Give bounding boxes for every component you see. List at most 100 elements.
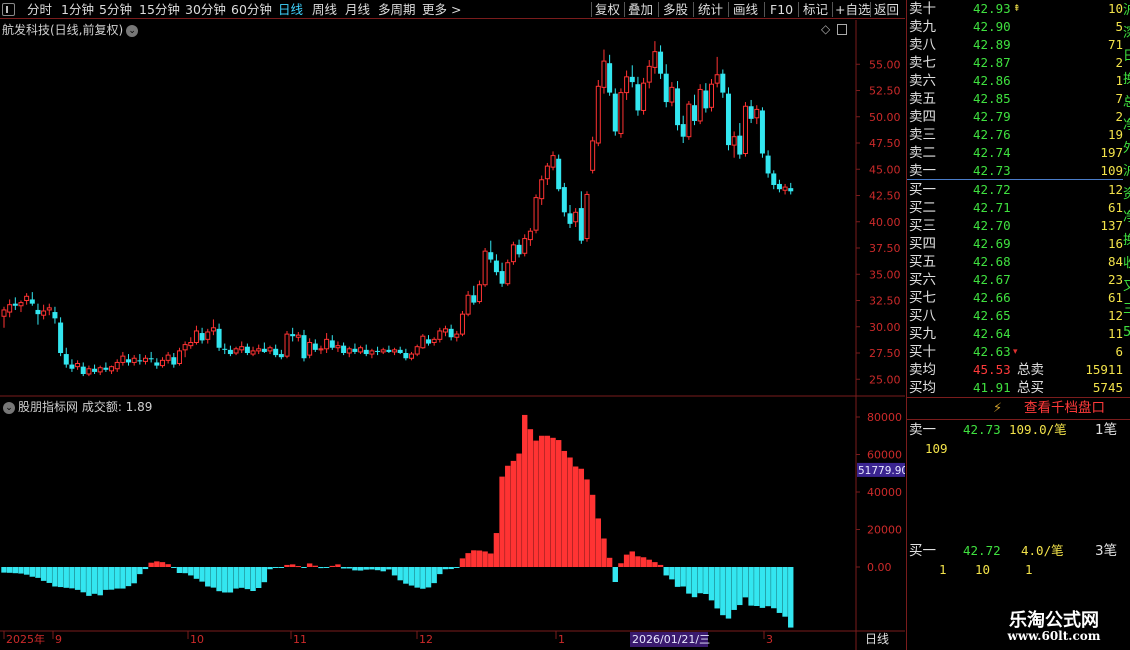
tab-fenshi[interactable]: 分时 [27, 1, 52, 18]
scroll-down-icon[interactable]: ▾ [1013, 343, 1018, 361]
buy-level-row[interactable]: 买十 42.63 6 ▾ [907, 343, 1123, 361]
buy-level-row[interactable]: 买八 42.65 12 [907, 307, 1123, 325]
volume-bar [250, 567, 256, 591]
y-tick-label: 30.00 [869, 321, 901, 334]
volume-bar [776, 567, 783, 613]
tab-monthly[interactable]: 月线 [345, 1, 370, 18]
mark-button[interactable]: 标记 [803, 1, 828, 18]
sell-level-row[interactable]: 卖十 42.93 10 ⇞ [907, 0, 1123, 18]
tab-multi-period[interactable]: 多周期 [378, 1, 416, 18]
candle-body [261, 348, 267, 352]
clipped-char: 收 [1123, 256, 1130, 271]
tab-daily[interactable]: 日线 [278, 1, 303, 18]
buy-level-row[interactable]: 买四 42.69 16 [907, 235, 1123, 253]
y-tick-label: 42.50 [869, 190, 901, 203]
candle-body [765, 155, 771, 174]
level-volume: 12 [1107, 182, 1123, 197]
tab-1min[interactable]: 1分钟 [61, 1, 94, 18]
sell-level-row[interactable]: 卖八 42.89 71 [907, 36, 1123, 54]
sell-level-row[interactable]: 卖五 42.85 7 [907, 90, 1123, 108]
kline-chart[interactable]: 55.00 52.50 50.00 47.50 45.00 42.50 40.00 37.50… [0, 20, 905, 650]
volume-bar [114, 567, 120, 589]
tab-weekly[interactable]: 周线 [312, 1, 337, 18]
volume-bar [788, 567, 794, 628]
chevron-down-icon[interactable]: ⌄ [3, 401, 15, 414]
candle-body [663, 73, 669, 103]
sell-level-row[interactable]: 卖二 42.74 197 [907, 144, 1123, 162]
buy1-order: 10 [975, 562, 991, 577]
candle-body [284, 333, 290, 357]
buy-level-row[interactable]: 买三 42.70 137 [907, 217, 1123, 235]
candle-body [573, 211, 579, 223]
clipped-char: 换 [1123, 72, 1130, 87]
tab-30min[interactable]: 30分钟 [185, 1, 226, 18]
tab-60min[interactable]: 60分钟 [231, 1, 272, 18]
buy-level-row[interactable]: 买五 42.68 84 [907, 253, 1123, 271]
candle-body [714, 74, 720, 84]
candle-body [459, 313, 465, 335]
draw-line-button[interactable]: 画线 [733, 1, 758, 18]
f10-button[interactable]: F10 [770, 1, 793, 18]
panel-controls: ◇ [821, 22, 848, 36]
volume-bar [363, 567, 369, 570]
candle-body [414, 346, 420, 355]
diamond-icon[interactable]: ◇ [821, 22, 830, 36]
sell-level-row[interactable]: 卖三 42.76 19 [907, 126, 1123, 144]
buy-level-row[interactable]: 买一 42.72 12 [907, 181, 1123, 199]
candle-body [46, 307, 52, 311]
level-price: 42.76 [973, 127, 1011, 142]
order-book-panel: 卖十 42.93 10 ⇞ 卖九 42.90 5 卖八 42.89 71 卖七 42.87 2 卖六 42.… [906, 0, 1130, 650]
buy1-detail-row: 买一 42.72 4.0/笔 3笔 [907, 542, 1123, 560]
sell-level-row[interactable]: 卖六 42.86 1 [907, 72, 1123, 90]
candle-body [239, 346, 245, 351]
back-button[interactable]: 返回 [874, 1, 899, 18]
tab-5min[interactable]: 5分钟 [99, 1, 132, 18]
buy-level-row[interactable]: 买六 42.67 23 [907, 271, 1123, 289]
volume-bar [459, 558, 466, 567]
candle-body [454, 333, 460, 338]
candle-body [52, 312, 58, 319]
toolbar-divider [832, 2, 833, 17]
scroll-up-icon[interactable]: ⇞ [1013, 0, 1021, 18]
sell-level-row[interactable]: 卖四 42.79 2 [907, 108, 1123, 126]
window-toggle-icon[interactable] [837, 24, 848, 35]
volume-bar [674, 567, 681, 587]
level-label: 买六 [909, 272, 936, 288]
multi-stock-button[interactable]: 多股 [663, 1, 688, 18]
sell1-detail-row: 卖一 42.73 109.0/笔 1笔 [907, 421, 1123, 439]
tab-more[interactable]: 更多 > [422, 1, 461, 18]
clipped-char: 净 [1123, 210, 1130, 225]
volume-bar [193, 567, 200, 579]
sell-level-row[interactable]: 卖一 42.73 109 [907, 162, 1123, 180]
overlay-button[interactable]: 叠加 [628, 1, 653, 18]
volume-bar [476, 550, 483, 567]
chart-area: 55.00 52.50 50.00 47.50 45.00 42.50 40.00 37.50… [0, 20, 905, 650]
avg-sell-row: 卖均 45.53 总卖 15911 [907, 361, 1123, 379]
sell-level-row[interactable]: 卖七 42.87 2 [907, 54, 1123, 72]
sell-level-row[interactable]: 卖九 42.90 5 [907, 18, 1123, 36]
qiandang-button[interactable]: ⚡ 查看千档盘口 [907, 399, 1123, 418]
buy-level-row[interactable]: 买七 42.66 61 [907, 289, 1123, 307]
volume-bar [205, 567, 211, 587]
candle-body [629, 76, 635, 83]
level-price: 42.65 [973, 308, 1011, 323]
candle-body [363, 349, 369, 355]
volume-bar [272, 567, 279, 568]
volume-bar [97, 567, 103, 596]
qiandang-label[interactable]: 查看千档盘口 [1024, 399, 1105, 418]
menu-icon[interactable] [2, 3, 15, 16]
chevron-down-icon[interactable]: ⌄ [126, 24, 139, 37]
add-watchlist-button[interactable]: +自选 [835, 1, 870, 18]
volume-bar [482, 551, 488, 567]
buy-level-row[interactable]: 买二 42.71 61 [907, 199, 1123, 217]
volume-bar [256, 567, 262, 588]
stats-button[interactable]: 统计 [698, 1, 723, 18]
level-volume: 137 [1100, 218, 1123, 233]
bid-ask-divider [907, 179, 1123, 180]
y-tick-label: 32.50 [869, 295, 901, 308]
buy-level-row[interactable]: 买九 42.64 11 [907, 325, 1123, 343]
buy1-order: 1 [1025, 562, 1033, 577]
tab-15min[interactable]: 15分钟 [139, 1, 180, 18]
candle-body [567, 213, 573, 224]
fuquan-button[interactable]: 复权 [595, 1, 620, 18]
